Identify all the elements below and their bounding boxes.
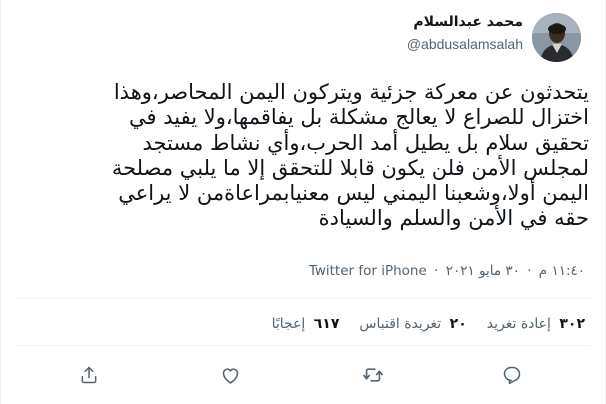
- tweet-line: حقه في الأمن والسلم والسيادة: [318, 206, 589, 231]
- tweet-text: يتحدثون عن معركة جزئية ويتركون اليمن الم…: [89, 80, 589, 232]
- tweet-line: اليمن أولا،وشعبنا اليمني ليس معنيابمراعا…: [118, 181, 589, 206]
- tweet-stats: ٣٠٢ إعادة تغريد ٢٠ تغريدة اقتباس ٦١٧ إعج…: [272, 316, 585, 332]
- retweet-count[interactable]: ٣٠٢ إعادة تغريد: [487, 316, 585, 332]
- retweet-count-value: ٣٠٢: [559, 316, 585, 332]
- separator-dot: ·: [434, 263, 439, 279]
- retweet-button[interactable]: [358, 360, 388, 390]
- tweet-card: محمد عبدالسلام @abdusalamsalah يتحدثون ع…: [0, 0, 606, 404]
- share-button[interactable]: [74, 360, 104, 390]
- like-count-value: ٦١٧: [313, 316, 340, 332]
- quote-count[interactable]: ٢٠ تغريدة اقتباس: [359, 316, 466, 332]
- tweet-line: تحقيق سلام بل يطيل أمد الحرب،وأي نشاط مس…: [142, 130, 589, 155]
- reply-button[interactable]: [497, 360, 527, 390]
- tweet-line: اختزال للصراع لا يعالج مشكلة بل يفاقمها،…: [129, 105, 589, 130]
- tweet-line: لمجلس الأمن فلن يكون قابلا للتحقق إلا ما…: [111, 155, 589, 180]
- quote-count-value: ٢٠: [449, 316, 467, 332]
- tweet-time[interactable]: ١١:٤٠ م: [539, 263, 585, 279]
- separator-dot: ·: [527, 263, 532, 279]
- tweet-source[interactable]: Twitter for iPhone: [309, 263, 427, 279]
- like-count[interactable]: ٦١٧ إعجابًا: [272, 316, 340, 332]
- reply-icon: [503, 366, 521, 385]
- action-bar: [1, 360, 605, 390]
- tweet-meta: ١١:٤٠ م · ٣٠ مايو ٢٠٢١ · Twitter for iPh…: [309, 263, 585, 279]
- display-name[interactable]: محمد عبدالسلام: [413, 14, 523, 30]
- divider: [15, 298, 591, 299]
- retweet-count-label: إعادة تغريد: [486, 316, 551, 332]
- divider: [15, 345, 591, 346]
- share-icon: [81, 366, 97, 384]
- avatar-image: [532, 13, 581, 62]
- user-handle[interactable]: @abdusalamsalah: [407, 36, 523, 52]
- avatar[interactable]: [532, 13, 581, 62]
- like-button[interactable]: [215, 360, 245, 390]
- quote-count-label: تغريدة اقتباس: [359, 316, 442, 332]
- retweet-icon: [363, 368, 383, 382]
- tweet-line: يتحدثون عن معركة جزئية ويتركون اليمن الم…: [113, 80, 589, 104]
- heart-icon: [222, 367, 238, 384]
- tweet-date[interactable]: ٣٠ مايو ٢٠٢١: [446, 263, 520, 279]
- like-count-label: إعجابًا: [271, 316, 306, 332]
